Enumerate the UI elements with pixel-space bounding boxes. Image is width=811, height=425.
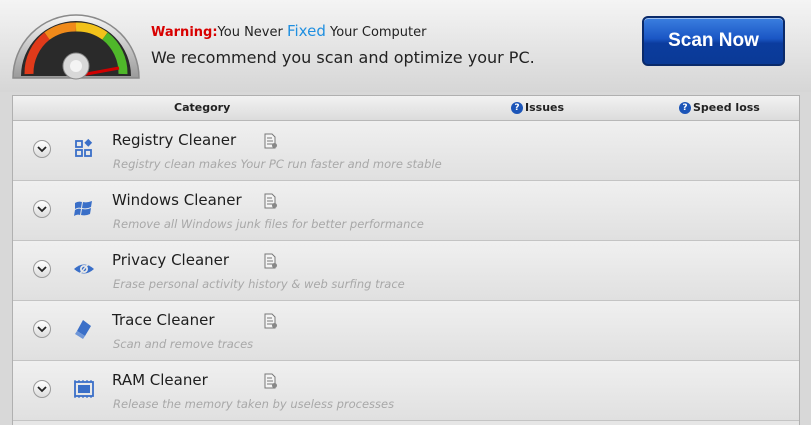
warning-text-1: You Never [217,25,287,40]
details-document-icon[interactable] [264,313,278,329]
registry-icon [75,138,93,157]
windows-icon [74,201,92,216]
category-table: Category ? Issues ? Speed loss Registry Cl… [12,95,800,425]
warning-text-2: Your Computer [325,25,427,40]
warning-fixed-word: Fixed [286,22,326,40]
row-title: Privacy Cleaner [112,251,230,269]
eraser-icon [75,320,91,339]
row-title: Trace Cleaner [112,311,215,329]
column-speed-loss-label: Speed loss [693,101,760,114]
column-category: Category [174,101,231,114]
row-description: Remove all Windows junk files for better… [113,217,424,231]
scan-now-button[interactable]: Scan Now [642,16,785,66]
table-row-privacy-cleaner[interactable]: Privacy Cleaner Erase personal activity … [13,241,799,301]
details-document-icon[interactable] [264,193,278,209]
help-icon[interactable]: ? [679,101,691,114]
row-description: Registry clean makes Your PC run faster … [113,157,442,171]
table-header: Category ? Issues ? Speed loss [13,96,799,121]
details-document-icon[interactable] [264,373,278,389]
row-title: Registry Cleaner [112,131,237,149]
details-document-icon[interactable] [264,133,278,149]
row-description: Scan and remove traces [113,337,254,351]
expand-chevron-icon[interactable] [33,260,51,278]
column-issues: ? Issues [511,101,564,114]
details-document-icon[interactable] [264,253,278,269]
column-speed-loss: ? Speed loss [679,101,760,114]
column-issues-label: Issues [525,101,565,114]
expand-chevron-icon[interactable] [33,380,51,398]
ram-icon [74,380,94,398]
expand-chevron-icon[interactable] [33,140,51,158]
row-description: Release the memory taken by useless proc… [113,397,395,411]
help-icon[interactable]: ? [511,101,523,114]
table-row-trace-cleaner[interactable]: Trace Cleaner Scan and remove traces [13,301,799,361]
header: Warning:You Never Fixed Your Computer We… [0,0,811,92]
row-title: Windows Cleaner [112,191,242,209]
recommend-message: We recommend you scan and optimize your … [151,48,535,67]
warning-message: Warning:You Never Fixed Your Computer [151,22,427,40]
expand-chevron-icon[interactable] [33,200,51,218]
row-title: RAM Cleaner [112,371,208,389]
expand-chevron-icon[interactable] [33,320,51,338]
speedometer-gauge-icon [11,0,141,80]
row-description: Erase personal activity history & web su… [113,277,405,291]
table-row-registry-cleaner[interactable]: Registry Cleaner Registry clean makes Yo… [13,121,799,181]
eye-icon [74,261,94,277]
warning-label: Warning: [151,25,218,40]
table-row-ram-cleaner[interactable]: RAM Cleaner Release the memory taken by … [13,361,799,421]
table-row-windows-cleaner[interactable]: Windows Cleaner Remove all Windows junk … [13,181,799,241]
